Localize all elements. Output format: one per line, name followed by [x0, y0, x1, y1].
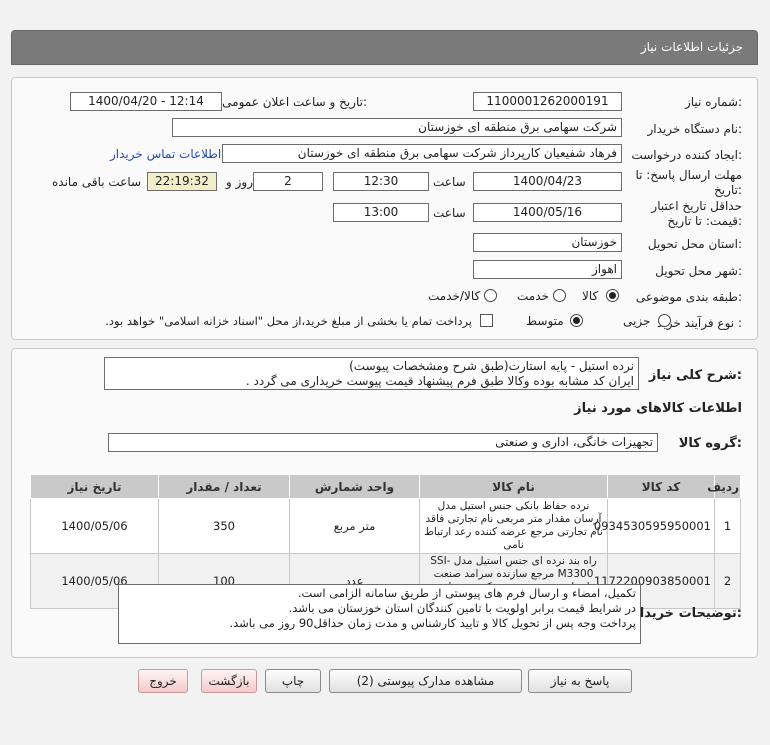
- category-service-radio[interactable]: [553, 289, 566, 302]
- goods-group-field: تجهیزات خانگی، اداری و صنعتی: [108, 433, 658, 452]
- time-remaining-field: 22:19:32: [147, 172, 217, 191]
- city-field: اهواز: [473, 260, 622, 279]
- days-label: روز و: [226, 175, 253, 189]
- col-name-header: نام کالا: [419, 474, 608, 499]
- exit-button[interactable]: خروج: [138, 669, 188, 693]
- category-goods-label: کالا: [582, 289, 599, 303]
- creator-field: فرهاد شفیعیان کارپرداز شرکت سهامی برق من…: [222, 144, 622, 163]
- deadline-label: مهلت ارسال پاسخ: تا تاریخ:: [635, 168, 742, 198]
- process-medium-label: متوسط: [526, 314, 564, 328]
- col-row-header: ردیف: [707, 474, 741, 499]
- validity-label-line2: قیمت: تا تاریخ:: [667, 214, 742, 228]
- cell-row: 1: [714, 498, 741, 554]
- days-remaining-field: 2: [253, 172, 323, 191]
- buyer-notes-label: توضیحات خریدار:: [632, 606, 742, 621]
- deadline-label-line2: تاریخ:: [714, 183, 742, 197]
- col-code-header: کد کالا: [607, 474, 715, 499]
- category-both-label: کالا/خدمت: [428, 289, 481, 303]
- col-qty-header: تعداد / مقدار: [158, 474, 290, 499]
- validity-label-line1: حداقل تاریخ اعتبار: [651, 199, 742, 213]
- goods-group-label: گروه کالا:: [678, 436, 742, 451]
- validity-time-label: ساعت: [433, 206, 466, 220]
- time-remaining-label: ساعت باقی مانده: [52, 175, 142, 189]
- cell-qty: 350: [158, 498, 290, 554]
- deadline-time-field: 12:30: [333, 172, 429, 191]
- cell-name: نرده حفاظ بانکی جنس استیل مدل آرسان مقدا…: [419, 498, 608, 554]
- deadline-label-line1: مهلت ارسال پاسخ: تا: [635, 168, 742, 182]
- cell-unit: متر مربع: [289, 498, 420, 554]
- process-partial-radio[interactable]: [658, 314, 671, 327]
- treasury-payment-note: پرداخت تمام یا بخشی از مبلغ خرید،از محل …: [105, 314, 472, 328]
- reply-button[interactable]: پاسخ به نیاز: [528, 669, 632, 693]
- buyer-label: نام دستگاه خریدار:: [647, 122, 743, 136]
- print-button[interactable]: چاپ: [265, 669, 321, 693]
- cell-row: 2: [714, 553, 741, 609]
- col-date-header: تاریخ نیاز: [30, 474, 159, 499]
- process-medium-radio[interactable]: [570, 314, 583, 327]
- need-number-label: شماره نیاز:: [684, 95, 742, 109]
- creator-label: ایجاد کننده درخواست:: [631, 148, 742, 162]
- description-field: نرده استیل - پایه استارت(طبق شرح ومشخصات…: [104, 357, 639, 390]
- treasury-payment-checkbox[interactable]: [480, 314, 493, 327]
- category-goods-radio[interactable]: [606, 289, 619, 302]
- process-partial-label: جزیی: [623, 314, 651, 328]
- validity-label: حداقل تاریخ اعتبار قیمت: تا تاریخ:: [651, 199, 742, 229]
- back-button[interactable]: بازگشت: [201, 669, 257, 693]
- category-label: طبقه بندی موضوعی:: [635, 290, 742, 304]
- buyer-notes-field: تکمیل، امضاء و ارسال فرم های پیوستی از ط…: [118, 584, 641, 644]
- province-label: استان محل تحویل:: [647, 237, 742, 251]
- category-service-label: خدمت: [517, 289, 549, 303]
- cell-date: 1400/05/06: [30, 498, 159, 554]
- validity-time-field: 13:00: [333, 203, 429, 222]
- category-both-radio[interactable]: [484, 289, 497, 302]
- page-title: جزئیات اطلاعات نیاز: [640, 40, 743, 54]
- province-field: خوزستان: [473, 233, 622, 252]
- table-row: 1 0934530595950001 نرده حفاظ بانکی جنس ا…: [30, 498, 741, 554]
- description-label: شرح کلی نیاز:: [648, 368, 742, 383]
- deadline-date-field: 1400/04/23: [473, 172, 622, 191]
- goods-section-title: اطلاعات کالاهای مورد نیاز: [574, 401, 742, 416]
- validity-date-field: 1400/05/16: [473, 203, 622, 222]
- announce-datetime-field: 1400/04/20 - 12:14: [70, 92, 222, 111]
- goods-table-header: ردیف کد کالا نام کالا واحد شمارش تعداد /…: [30, 474, 741, 499]
- page-title-bar: جزئیات اطلاعات نیاز: [11, 30, 758, 65]
- buyer-contact-link[interactable]: اطلاعات تماس خریدار: [110, 147, 221, 161]
- city-label: شهر محل تحویل:: [655, 264, 742, 278]
- view-attachments-button[interactable]: مشاهده مدارک پیوستی (2): [329, 669, 522, 693]
- announce-datetime-label: تاریخ و ساعت اعلان عمومی:: [222, 95, 367, 109]
- col-unit-header: واحد شمارش: [289, 474, 420, 499]
- need-number-field: 1100001262000191: [473, 92, 622, 111]
- cell-code: 0934530595950001: [594, 498, 715, 554]
- deadline-time-label: ساعت: [433, 175, 466, 189]
- buyer-field: شرکت سهامی برق منطقه ای خوزستان: [172, 118, 622, 137]
